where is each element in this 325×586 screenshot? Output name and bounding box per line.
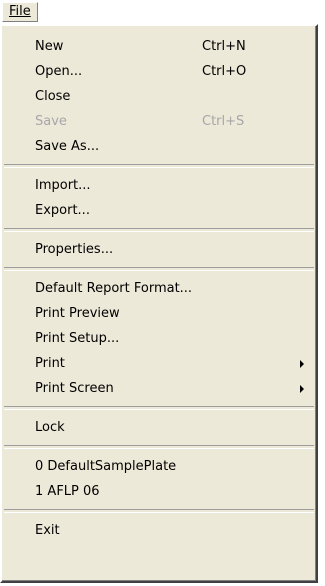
submenu-arrow-icon — [300, 385, 304, 393]
menu-item-default-report-format-label: Default Report Format... — [35, 281, 193, 296]
menu-item-default-report-format[interactable]: Default Report Format... — [2, 276, 316, 301]
menu-item-new-shortcut: Ctrl+N — [202, 39, 246, 54]
menu-item-export[interactable]: Export... — [2, 198, 316, 223]
menu-separator — [4, 267, 314, 271]
menu-separator — [4, 509, 314, 513]
submenu-arrow-icon — [300, 360, 304, 368]
menu-item-print-setup-label: Print Setup... — [35, 331, 120, 346]
file-menu-label: File — [9, 4, 31, 19]
menu-item-open-label: Open... — [35, 64, 83, 79]
menu-item-close[interactable]: Close — [2, 84, 316, 109]
menu-item-recent-1[interactable]: 1 AFLP 06 — [2, 479, 316, 504]
recent-file-name: AFLP 06 — [47, 484, 100, 499]
menu-item-save-as[interactable]: Save As... — [2, 134, 316, 159]
menu-item-export-label: Export... — [35, 203, 90, 218]
menu-item-properties[interactable]: Properties... — [2, 237, 316, 262]
menu-bar: File — [0, 0, 325, 24]
menu-item-print-label: Print — [35, 356, 65, 371]
menu-item-print-setup[interactable]: Print Setup... — [2, 326, 316, 351]
menu-item-print-preview[interactable]: Print Preview — [2, 301, 316, 326]
menu-item-lock-label: Lock — [35, 420, 65, 435]
file-menu-dropdown: New Ctrl+N Open... Ctrl+O Close Save Ctr… — [0, 24, 318, 583]
menu-item-exit[interactable]: Exit — [2, 518, 316, 543]
menu-item-new[interactable]: New Ctrl+N — [2, 34, 316, 59]
menu-item-import[interactable]: Import... — [2, 173, 316, 198]
menu-separator — [4, 445, 314, 449]
menu-item-save-as-label: Save As... — [35, 139, 100, 154]
recent-file-index: 1 — [35, 484, 44, 499]
menu-separator — [4, 164, 314, 168]
menu-item-print[interactable]: Print — [2, 351, 316, 376]
menu-item-open[interactable]: Open... Ctrl+O — [2, 59, 316, 84]
menu-item-save: Save Ctrl+S — [2, 109, 316, 134]
menu-item-print-preview-label: Print Preview — [35, 306, 120, 321]
menu-item-save-label: Save — [35, 114, 67, 129]
menu-item-print-screen[interactable]: Print Screen — [2, 376, 316, 401]
recent-file-name: DefaultSamplePlate — [47, 459, 177, 474]
menu-item-close-label: Close — [35, 89, 71, 104]
recent-file-index: 0 — [35, 459, 44, 474]
menu-item-open-shortcut: Ctrl+O — [202, 64, 247, 79]
file-menu-title[interactable]: File — [2, 2, 38, 22]
menu-item-save-shortcut: Ctrl+S — [202, 114, 245, 129]
menu-item-new-label: New — [35, 39, 64, 54]
menu-item-recent-0[interactable]: 0 DefaultSamplePlate — [2, 454, 316, 479]
menu-item-lock[interactable]: Lock — [2, 415, 316, 440]
menu-separator — [4, 228, 314, 232]
menu-item-properties-label: Properties... — [35, 242, 114, 257]
menu-item-print-screen-label: Print Screen — [35, 381, 114, 396]
menu-separator — [4, 406, 314, 410]
menu-item-import-label: Import... — [35, 178, 91, 193]
menu-item-exit-label: Exit — [35, 523, 60, 538]
